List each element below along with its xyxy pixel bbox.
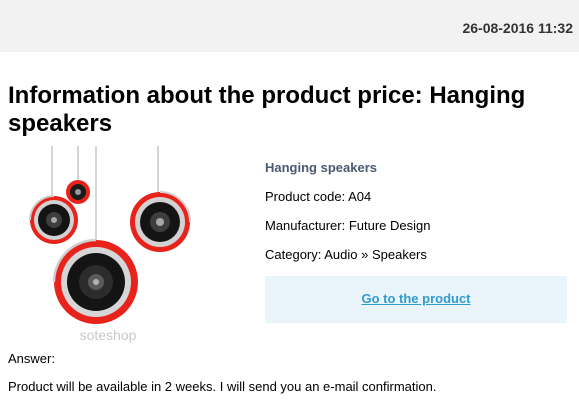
answer-text: Product will be available in 2 weeks. I … [8, 379, 437, 394]
product-code: Product code: A04 [265, 189, 372, 204]
product-name: Hanging speakers [265, 160, 377, 175]
top-bar: 26-08-2016 11:32 [0, 0, 579, 52]
go-to-product-link[interactable]: Go to the product [265, 291, 567, 306]
product-category: Category: Audio » Speakers [265, 247, 427, 262]
image-watermark: soteshop [80, 327, 137, 343]
answer-label: Answer: [8, 351, 55, 366]
page-title: Information about the product price: Han… [8, 82, 526, 137]
product-image: soteshop [29, 146, 191, 343]
go-to-product-box: Go to the product [265, 276, 567, 323]
product-manufacturer: Manufacturer: Future Design [265, 218, 431, 233]
timestamp: 26-08-2016 11:32 [462, 20, 573, 36]
